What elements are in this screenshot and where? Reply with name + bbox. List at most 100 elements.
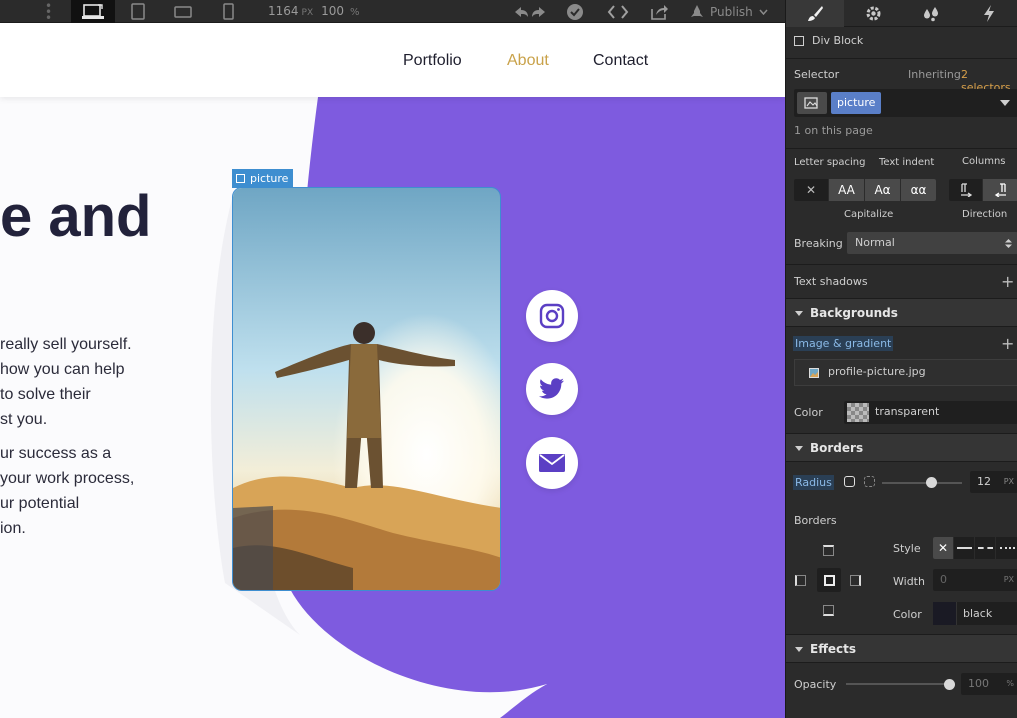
transparent-swatch[interactable] [847, 403, 869, 422]
border-top-icon[interactable] [823, 545, 834, 556]
audit-button[interactable] [563, 0, 587, 23]
designer-canvas[interactable]: Portfolio About Contact e and really sel… [0, 23, 785, 718]
second-paragraph: ur success as a your work process, ur po… [0, 441, 134, 541]
solid-line-icon [956, 547, 972, 549]
profile-picture[interactable] [232, 187, 501, 591]
tablet-view-button[interactable] [126, 0, 150, 23]
capitalize-title-button[interactable]: Aα [865, 179, 901, 201]
paragraph-line: ur potential [0, 495, 80, 512]
border-width-value: 0 [940, 573, 947, 586]
radius-individual-corners-icon[interactable] [864, 476, 875, 487]
border-style-dotted-button[interactable] [996, 537, 1017, 559]
direction-rtl-button[interactable] [983, 179, 1017, 201]
landscape-view-button[interactable] [170, 0, 196, 23]
portrait-view-button[interactable] [218, 0, 238, 23]
selector-mode-button[interactable] [797, 92, 827, 114]
image-gradient-label: Image & gradient [793, 336, 894, 351]
radius-input[interactable]: 12 PX [970, 471, 1017, 493]
opacity-input[interactable]: 100 % [961, 673, 1017, 695]
collapse-triangle-icon [795, 446, 803, 451]
paragraph-line: ur success as a [0, 445, 112, 462]
intro-paragraph: really sell yourself. how you can help t… [0, 332, 132, 432]
collapse-triangle-icon [795, 311, 803, 316]
selected-element-name: picture [250, 172, 289, 185]
background-image-filename: profile-picture.jpg [828, 365, 926, 378]
paintbrush-icon [808, 5, 823, 21]
add-text-shadow-button[interactable]: + [1001, 274, 1014, 290]
border-style-none-button[interactable]: ✕ [933, 537, 954, 559]
email-button[interactable] [526, 437, 578, 489]
droplets-icon [924, 6, 938, 21]
tab-style[interactable] [786, 0, 844, 27]
code-button[interactable] [604, 0, 632, 23]
viewport-width[interactable]: 1164 [268, 4, 299, 18]
radius-slider-thumb[interactable] [926, 477, 937, 488]
top-toolbar: • • • 1164 PX 100% Publish [0, 0, 785, 24]
direction-label: Direction [962, 209, 1008, 220]
border-left-icon[interactable] [795, 575, 806, 586]
effects-header[interactable]: Effects [786, 634, 1017, 663]
undo-redo[interactable] [510, 0, 550, 23]
opacity-value: 100 [968, 677, 989, 690]
nav-contact[interactable]: Contact [593, 52, 648, 70]
tab-settings[interactable] [844, 0, 902, 27]
backgrounds-section: Image & gradient + profile-picture.jpg C… [786, 327, 1017, 437]
opacity-slider-thumb[interactable] [944, 679, 955, 690]
style-panel: Div Block Selector Inheriting 2 selector… [785, 0, 1017, 718]
chevron-down-icon[interactable] [1000, 100, 1010, 106]
zoom-value[interactable]: 100 [321, 4, 344, 18]
border-bottom-icon[interactable] [823, 605, 834, 616]
image-file-icon [809, 368, 819, 378]
nav-about[interactable]: About [507, 52, 549, 70]
breaking-select[interactable]: Normal [847, 232, 1017, 254]
capitalize-lower-button[interactable]: αα [901, 179, 936, 201]
drag-handle-icon[interactable]: • • • [45, 0, 52, 24]
border-right-icon[interactable] [850, 575, 861, 586]
tab-interactions[interactable] [960, 0, 1017, 27]
viewport-readout: 1164 PX 100% [268, 0, 360, 23]
border-width-input[interactable]: 0 PX [933, 569, 1017, 591]
radius-all-corners-icon[interactable] [844, 476, 855, 487]
element-type-label: Div Block [812, 34, 864, 47]
gear-icon [866, 6, 880, 21]
border-all-button[interactable] [817, 568, 841, 592]
radius-text: Radius [793, 475, 834, 490]
breaking-label: Breaking [794, 237, 843, 250]
desktop-icon [82, 3, 104, 19]
border-color-field[interactable]: black [933, 602, 1017, 625]
border-style-solid-button[interactable] [954, 537, 975, 559]
twitter-icon [539, 378, 564, 399]
capitalize-upper-button[interactable]: AA [829, 179, 865, 201]
border-style-dashed-button[interactable] [975, 537, 996, 559]
lightning-icon [984, 5, 994, 22]
border-style-segmented[interactable]: ✕ [933, 537, 1017, 559]
desktop-view-button[interactable] [71, 0, 115, 23]
nav-portfolio[interactable]: Portfolio [403, 52, 462, 70]
selected-element-tag[interactable]: picture [232, 169, 294, 188]
add-background-button[interactable]: + [1001, 336, 1014, 352]
letter-spacing-label: Letter spacing [794, 157, 866, 168]
publish-button[interactable]: Publish [690, 0, 768, 23]
selector-chip[interactable]: picture [831, 92, 882, 114]
background-image-layer[interactable]: profile-picture.jpg [794, 359, 1017, 386]
bg-color-field[interactable]: transparent [844, 401, 1017, 424]
selector-field[interactable]: picture [794, 89, 1017, 117]
tab-style-manager[interactable] [902, 0, 960, 27]
export-button[interactable] [647, 0, 671, 23]
updown-chevron-icon [1005, 239, 1012, 248]
opacity-slider-track[interactable] [846, 683, 946, 685]
instagram-button[interactable] [526, 290, 578, 342]
black-swatch[interactable] [933, 602, 957, 625]
radius-slider-track[interactable] [882, 482, 962, 484]
chevron-down-icon [759, 9, 768, 15]
direction-ltr-button[interactable] [949, 179, 983, 201]
text-shadows-row: Text shadows + [786, 264, 1017, 298]
selector-label: Selector [794, 68, 840, 81]
envelope-icon [539, 454, 565, 472]
backgrounds-header[interactable]: Backgrounds [786, 298, 1017, 327]
borders-header[interactable]: Borders [786, 433, 1017, 462]
direction-segmented[interactable] [949, 179, 1017, 201]
twitter-button[interactable] [526, 363, 578, 415]
capitalize-segmented[interactable]: ✕ AA Aα αα [794, 179, 936, 201]
capitalize-none-button[interactable]: ✕ [794, 179, 829, 201]
